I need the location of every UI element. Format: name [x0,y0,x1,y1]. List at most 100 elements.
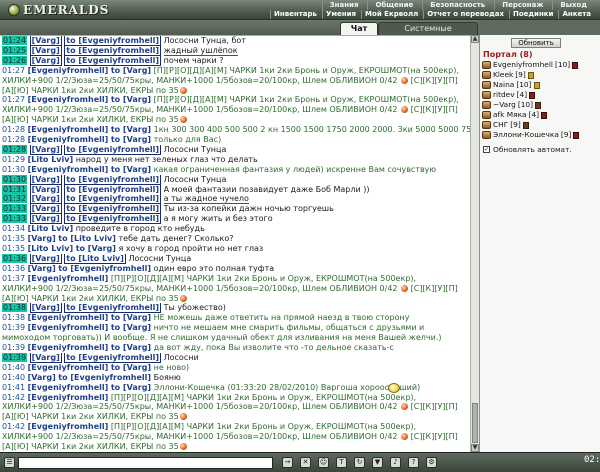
submenu-my-ekrwall[interactable]: Мой Екрволл [361,10,421,19]
menu-security[interactable]: Безопасность [422,1,492,10]
message-sender[interactable]: [Varg] [29,352,62,363]
user-name[interactable]: Evgeniyfromhell [493,60,553,70]
message-sender[interactable]: [Evgeniyfromhell] [28,135,109,144]
item-orb-icon[interactable] [401,284,409,292]
message-recipient[interactable]: to [Varg] [111,165,151,174]
message-recipient[interactable]: to [Evgeniyfromhell] [64,174,162,185]
message-recipient[interactable]: to [Evgeniyfromhell] [64,184,162,195]
submenu-inventory[interactable]: Инвентарь [270,10,320,19]
user-name[interactable]: ~Varg [493,100,516,110]
message-sender[interactable]: [Evgeniyfromhell] [28,66,109,75]
item-orb-icon[interactable] [179,86,187,94]
submenu-transfer-report[interactable]: Отчет о переводах [423,10,507,19]
message-sender[interactable]: [Evgeniyfromhell] [28,274,109,283]
message-sender[interactable]: [Varg] [29,36,62,46]
user-name[interactable]: Эллони-Кошечка [493,130,559,140]
message-sender[interactable]: [Evgeniyfromhell] [28,313,109,322]
user-item[interactable]: СНГ [9] [482,120,599,130]
settings-icon[interactable]: ⚙ [426,457,437,468]
message-sender[interactable]: [Evgeniyfromhell] [28,95,109,104]
message-sender[interactable]: [Varg] [28,234,56,243]
message-recipient[interactable]: to [Varg] [111,66,151,75]
menu-character[interactable]: Персонаж [494,1,550,10]
message-recipient[interactable]: to [Evgeniyfromhell] [64,194,162,205]
message-sender[interactable]: [Varg] [29,55,62,66]
sound-icon[interactable]: ♪ [390,457,401,468]
chat-scrollbar[interactable]: ▲ ▼ [470,35,479,452]
message-recipient[interactable]: to [Evgeniyfromhell] [64,352,162,363]
message-sender[interactable]: [Evgeniyfromhell] [28,363,109,372]
user-name[interactable]: ritdev [493,90,515,100]
item-orb-icon[interactable] [401,76,409,84]
user-name[interactable]: afk Мяка [493,110,527,120]
help-icon[interactable]: ? [408,457,419,468]
message-recipient[interactable]: to [Lito Lviv] [58,234,116,243]
item-orb-icon[interactable] [179,294,187,302]
menu-communication[interactable]: Общение [367,1,420,10]
message-sender[interactable]: [Evgeniyfromhell] [28,383,109,392]
message-sender[interactable]: [Evgeniyfromhell] [28,422,109,431]
message-sender[interactable]: [Varg] [29,174,62,185]
menu-knowledge[interactable]: Знания [321,1,366,10]
message-sender[interactable]: [Varg] [29,204,62,215]
user-item[interactable]: ~Varg [10] [482,100,599,110]
message-recipient[interactable]: to [Varg] [76,244,116,253]
message-sender[interactable]: [Evgeniyfromhell] [28,393,109,402]
message-recipient[interactable]: to [Evgeniyfromhell] [64,204,162,215]
message-sender[interactable]: [Varg] [28,264,56,273]
message-recipient[interactable]: to [Varg] [111,343,151,352]
message-sender[interactable]: [Lito Lviv] [28,244,74,253]
info-icon[interactable] [573,131,580,139]
chat-menu-icon[interactable]: ☰ [4,457,15,468]
item-orb-icon[interactable] [179,413,187,421]
send-icon[interactable]: → [282,457,293,468]
message-recipient[interactable]: to [Evgeniyfromhell] [58,264,151,273]
message-sender[interactable]: [Evgeniyfromhell] [28,343,109,352]
refresh-chat-icon[interactable]: ↻ [354,457,365,468]
refresh-button[interactable]: Обновить [511,38,561,48]
message-recipient[interactable]: to [Evgeniyfromhell] [64,144,162,155]
translit-icon[interactable]: T [336,457,347,468]
info-icon[interactable] [529,91,536,99]
message-sender[interactable]: [Varg] [29,194,62,205]
message-sender[interactable]: [Evgeniyfromhell] [28,165,109,174]
tab-chat[interactable]: Чат [340,22,378,35]
message-recipient[interactable]: to [Evgeniyfromhell] [64,45,162,56]
message-sender[interactable]: [Varg] [29,253,62,264]
user-item[interactable]: ritdev [4] [482,90,599,100]
item-orb-icon[interactable] [179,116,187,124]
message-recipient[interactable]: to [Evgeniyfromhell] [58,373,151,382]
submenu-duels[interactable]: Поединки [508,10,556,19]
scroll-up-icon[interactable]: ▲ [471,35,479,43]
info-icon[interactable] [572,61,579,69]
item-orb-icon[interactable] [179,443,187,451]
submenu-skills[interactable]: Умения [321,10,359,19]
auto-update[interactable]: ✓ Обновлять автомат. [483,145,572,154]
item-orb-icon[interactable] [401,106,409,114]
menu-exit[interactable]: Выход [552,1,594,10]
chat-input[interactable] [18,457,273,469]
scroll-down-icon[interactable]: ▼ [471,444,479,452]
message-recipient[interactable]: to [Lito Lviv] [64,253,126,264]
message-recipient[interactable]: to [Evgeniyfromhell] [64,303,162,314]
user-item[interactable]: Эллони-Кошечка [9] [482,130,599,140]
message-recipient[interactable]: to [Varg] [111,135,151,144]
filter-icon[interactable]: ▼ [372,457,383,468]
smile-icon[interactable]: ☺ [318,457,329,468]
message-recipient[interactable]: to [Evgeniyfromhell] [64,36,162,46]
item-orb-icon[interactable] [401,403,409,411]
user-item[interactable]: afk Мяка [4] [482,110,599,120]
user-name[interactable]: СНГ [493,120,508,130]
user-name[interactable]: Naina [493,80,514,90]
message-recipient[interactable]: to [Varg] [111,313,151,322]
message-sender[interactable]: [Varg] [28,373,56,382]
message-sender[interactable]: [Lito Lviv] [28,155,74,164]
message-sender[interactable]: [Evgeniyfromhell] [28,125,109,134]
user-item[interactable]: Evgeniyfromhell [10] [482,60,599,70]
message-sender[interactable]: [Varg] [29,303,62,314]
user-item[interactable]: Kleek [9] [482,70,599,80]
message-sender[interactable]: [Varg] [29,45,62,56]
message-sender[interactable]: [Varg] [29,144,62,155]
user-name[interactable]: Kleek [493,70,513,80]
clear-icon[interactable]: ✕ [300,457,311,468]
